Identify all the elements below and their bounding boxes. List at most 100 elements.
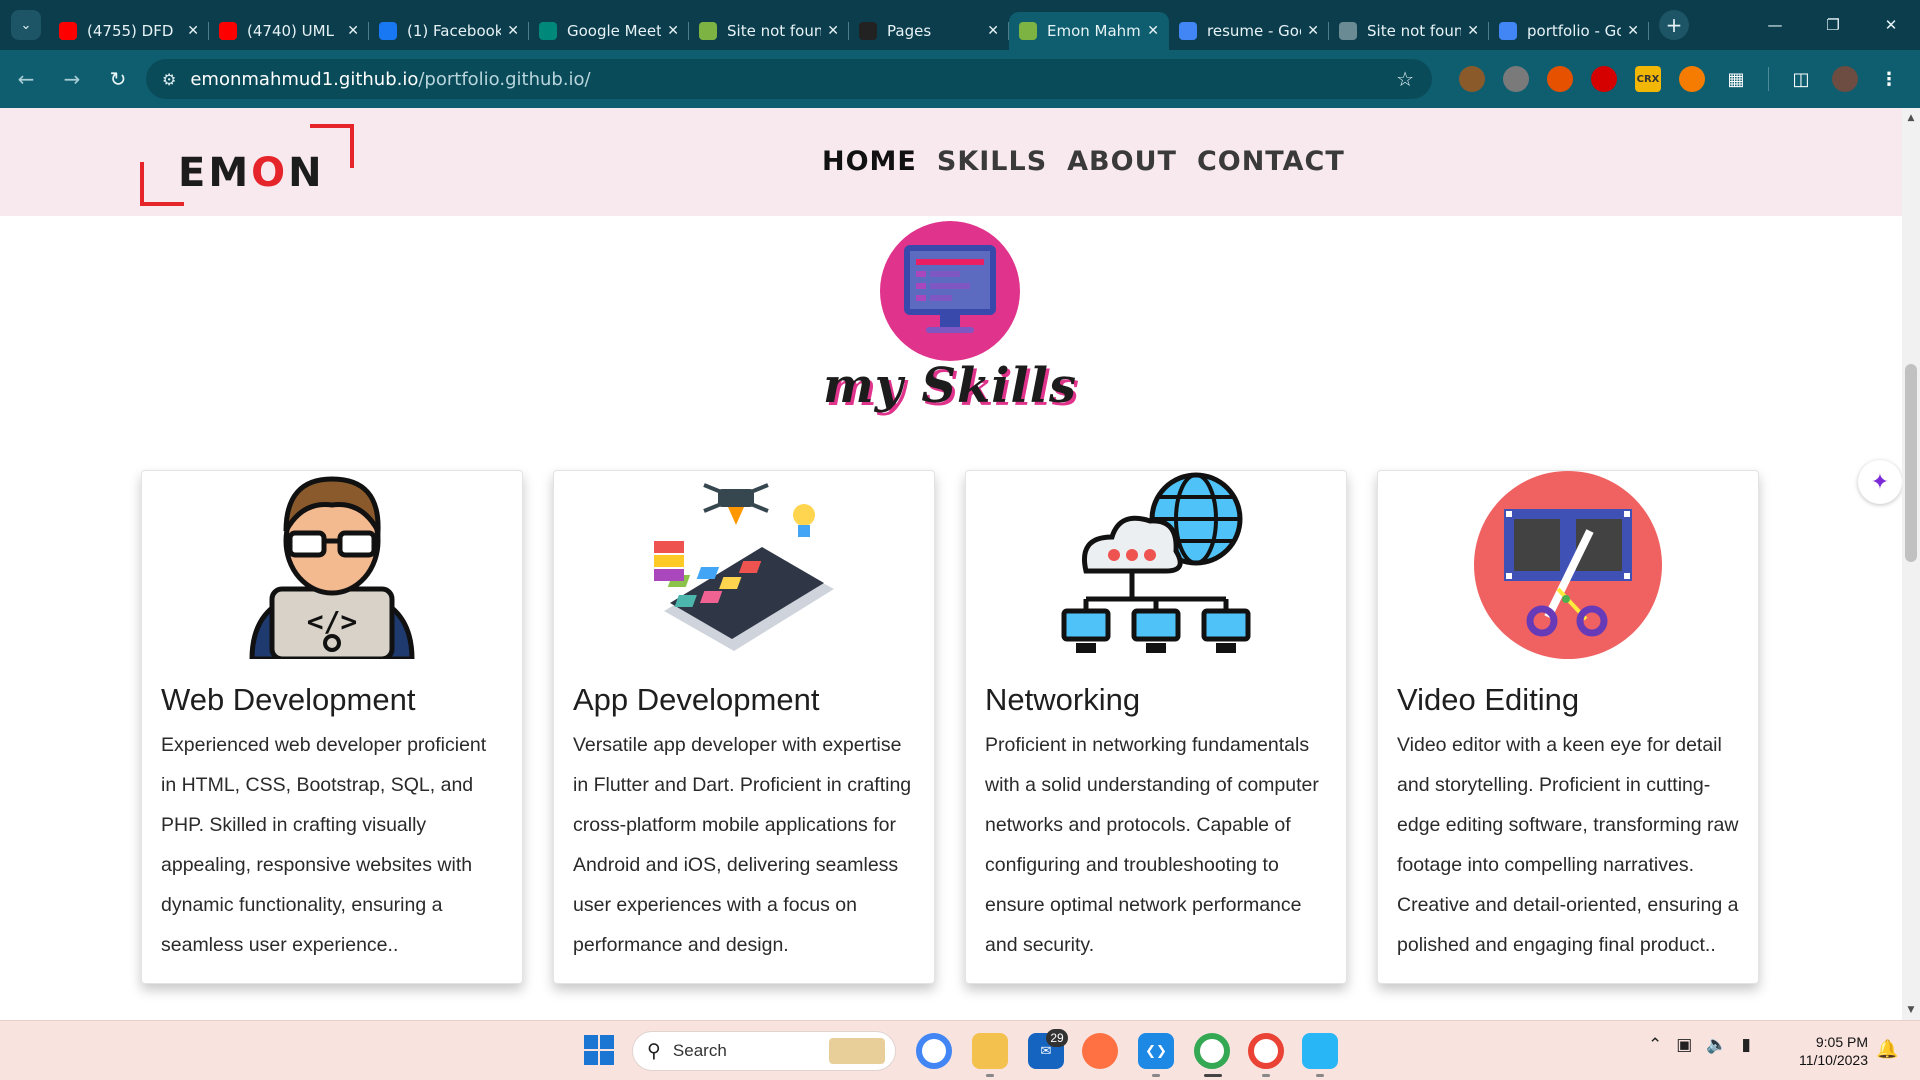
reload-icon[interactable]: ↻ (98, 59, 138, 99)
minimize-icon[interactable]: — (1746, 0, 1804, 50)
card-text: Video editor with a keen eye for detail … (1397, 734, 1739, 956)
youtube-icon (219, 22, 237, 40)
new-tab-button[interactable]: + (1659, 10, 1689, 40)
globe-icon (1339, 22, 1357, 40)
site-header: EMON HOME SKILLS ABOUT CONTACT (0, 108, 1902, 216)
tab-close-icon[interactable]: ✕ (1467, 23, 1479, 39)
extensions-area: CRX ▦ ◫ ⋮ (1450, 50, 1911, 108)
tab-close-icon[interactable]: ✕ (187, 23, 199, 39)
windows-start-icon[interactable] (584, 1035, 616, 1067)
browser-tab[interactable]: Site not found ✕ (1329, 12, 1489, 50)
orange-extension-icon[interactable] (1679, 66, 1705, 92)
browser-tab[interactable]: resume - Google ✕ (1169, 12, 1329, 50)
running-indicator (1316, 1074, 1324, 1077)
browser-tab[interactable]: (4740) UML ✕ (209, 12, 369, 50)
card-title: Networking (985, 682, 1141, 717)
hand-extension-icon[interactable] (1591, 66, 1617, 92)
site-logo[interactable]: EMON (140, 124, 354, 208)
site-info-icon[interactable]: ⚙ (162, 70, 176, 89)
clock[interactable]: 9:05 PM 11/10/2023 (1782, 1033, 1868, 1069)
tab-close-icon[interactable]: ✕ (1147, 23, 1159, 39)
volume-icon[interactable]: 🔈 (1706, 1035, 1727, 1055)
search-label: Search (672, 1041, 727, 1060)
nav-about[interactable]: ABOUT (1067, 146, 1177, 177)
chrome-profile-icon[interactable] (1194, 1033, 1230, 1069)
browser-tab[interactable]: Pages ✕ (849, 12, 1009, 50)
forward-icon[interactable]: → (52, 59, 92, 99)
film-scissors-icon (1474, 471, 1662, 659)
tab-close-icon[interactable]: ✕ (1627, 23, 1639, 39)
profile-avatar[interactable] (1832, 66, 1858, 92)
browser-tab[interactable]: Site not found ✕ (689, 12, 849, 50)
main-nav: HOME SKILLS ABOUT CONTACT (822, 146, 1345, 177)
mobile-app-icon (654, 483, 834, 651)
tab-close-icon[interactable]: ✕ (1307, 23, 1319, 39)
chrome-profile-2-icon[interactable] (1248, 1033, 1284, 1069)
photos-icon[interactable] (1302, 1033, 1338, 1069)
file-explorer-icon[interactable] (972, 1033, 1008, 1069)
extensions-puzzle-icon[interactable]: ▦ (1723, 66, 1749, 92)
tab-title: resume - Google (1207, 22, 1301, 40)
mask-extension-icon[interactable] (1503, 66, 1529, 92)
network-icon[interactable]: ▣ (1676, 1035, 1692, 1055)
active-indicator (1204, 1074, 1222, 1077)
battery-icon[interactable]: ▮ (1741, 1035, 1750, 1055)
browser-tab[interactable]: (1) Facebook ✕ (369, 12, 529, 50)
tab-title: (1) Facebook (407, 22, 502, 40)
taskbar-search[interactable]: ⚲ Search (632, 1031, 896, 1071)
browser-tab[interactable]: (4755) DFD ✕ (49, 12, 209, 50)
notification-bell-icon[interactable]: 🔔 (1876, 1039, 1898, 1060)
page-viewport: EMON HOME SKILLS ABOUT CONTACT my Skills… (0, 108, 1920, 1020)
card-text: Experienced web developer proficient in … (161, 734, 487, 956)
card-title: Video Editing (1397, 682, 1580, 717)
mail-badge: 29 (1046, 1029, 1068, 1047)
scroll-down-icon[interactable]: ▼ (1902, 1002, 1920, 1018)
tab-close-icon[interactable]: ✕ (507, 23, 519, 39)
browser-tab[interactable]: Google Meet ✕ (529, 12, 689, 50)
scroll-thumb[interactable] (1905, 364, 1917, 562)
tab-title: Google Meet (567, 22, 662, 40)
site-icon (699, 22, 717, 40)
firefox-icon[interactable] (1082, 1033, 1118, 1069)
fire-extension-icon[interactable] (1547, 66, 1573, 92)
browser-menu-icon[interactable]: ⋮ (1876, 66, 1902, 92)
tab-close-icon[interactable]: ✕ (987, 23, 999, 39)
scroll-up-icon[interactable]: ▲ (1902, 110, 1920, 126)
page-scrollbar[interactable]: ▲ ▼ (1902, 108, 1920, 1020)
facebook-icon (379, 22, 397, 40)
search-highlight-image (829, 1038, 885, 1064)
browser-tab[interactable]: Emon Mahmud ✕ (1009, 12, 1169, 50)
sparkle-assistant-icon[interactable]: ✦ (1858, 460, 1902, 504)
clock-time: 9:05 PM (1815, 1034, 1868, 1050)
tab-strip: ⌄ (4755) DFD ✕ (4740) UML ✕ (1) Facebook ✕ Goo… (0, 0, 1920, 50)
system-tray: ⌃ ▣ 🔈 ▮ (1648, 1035, 1751, 1055)
clock-date: 11/10/2023 (1798, 1052, 1868, 1068)
back-icon[interactable]: ← (6, 59, 46, 99)
browser-tab[interactable]: portfolio - Google ✕ (1489, 12, 1649, 50)
tab-close-icon[interactable]: ✕ (347, 23, 359, 39)
nav-contact[interactable]: CONTACT (1197, 146, 1345, 177)
nav-home[interactable]: HOME (822, 146, 917, 177)
restore-icon[interactable]: ❐ (1804, 0, 1862, 50)
tab-search-chevron-icon[interactable]: ⌄ (11, 10, 41, 40)
tab-close-icon[interactable]: ✕ (667, 23, 679, 39)
developer-icon: </> (249, 476, 415, 659)
nav-skills[interactable]: SKILLS (937, 146, 1047, 177)
side-panel-icon[interactable]: ◫ (1788, 66, 1814, 92)
tab-title: Site not found (727, 22, 822, 40)
vscode-icon[interactable]: ❮❯ (1138, 1033, 1174, 1069)
chrome-taskbar-icon[interactable] (916, 1033, 952, 1069)
address-bar[interactable]: ⚙ emonmahmud1.github.io/portfolio.github… (146, 59, 1432, 99)
network-globe-icon (1061, 472, 1251, 653)
cookie-extension-icon[interactable] (1459, 66, 1485, 92)
tab-close-icon[interactable]: ✕ (827, 23, 839, 39)
svg-text:</>: </> (307, 605, 358, 638)
running-indicator (1262, 1074, 1270, 1077)
card-text: Versatile app developer with expertise i… (573, 734, 912, 956)
skill-card-video-editing: Video Editing Video editor with a keen e… (1377, 470, 1759, 984)
chevron-up-icon[interactable]: ⌃ (1648, 1035, 1662, 1055)
crx-extension-icon[interactable]: CRX (1635, 66, 1661, 92)
bookmark-star-icon[interactable]: ☆ (1396, 67, 1414, 91)
close-window-icon[interactable]: ✕ (1862, 0, 1920, 50)
window-controls: — ❐ ✕ (1746, 0, 1920, 50)
